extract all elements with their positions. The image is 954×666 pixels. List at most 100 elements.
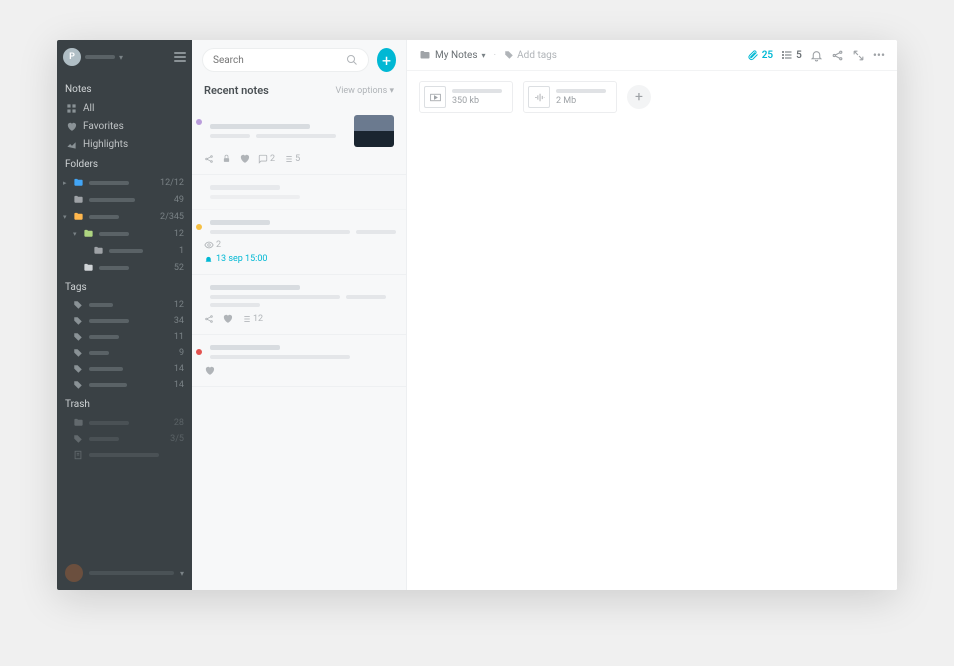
tag-item[interactable]: 11: [57, 329, 192, 345]
trash-item[interactable]: 28: [57, 414, 192, 431]
tag-icon: [73, 380, 85, 390]
note-item[interactable]: 25: [192, 105, 406, 175]
tree-chevron-icon[interactable]: ▾: [73, 230, 79, 238]
tag-count: 34: [174, 316, 186, 326]
folder-icon: [419, 49, 431, 61]
add-tags-button[interactable]: Add tags: [504, 50, 557, 61]
note-item[interactable]: [192, 335, 406, 387]
tasks-count[interactable]: 5: [781, 49, 802, 61]
new-note-button[interactable]: +: [377, 48, 396, 72]
folder-item[interactable]: 1: [57, 242, 192, 259]
note-meta: 2: [204, 240, 394, 250]
nav-label: Highlights: [83, 139, 128, 150]
bottom-chevron-icon[interactable]: ▾: [180, 569, 184, 578]
folder-icon: [73, 211, 85, 222]
note-item[interactable]: 12: [192, 275, 406, 335]
note-detail-panel: My Notes ▾ · Add tags 25 5: [407, 40, 897, 590]
search-input[interactable]: [213, 55, 346, 66]
section-folders: Folders: [57, 153, 192, 174]
attachments-row: 350 kb 2 Mb +: [407, 71, 897, 123]
more-icon[interactable]: •••: [873, 48, 885, 62]
folder-item[interactable]: 49: [57, 191, 192, 208]
tag-icon: [73, 348, 85, 358]
heart-icon: [65, 120, 77, 132]
note-title-placeholder: [210, 285, 300, 290]
share-icon[interactable]: [831, 49, 844, 62]
bell-icon[interactable]: [810, 49, 823, 62]
tag-item[interactable]: 9: [57, 345, 192, 361]
nav-all[interactable]: All: [57, 99, 192, 117]
attachments-count[interactable]: 25: [747, 49, 773, 61]
folder-item[interactable]: ▾ 12: [57, 225, 192, 242]
add-tags-label: Add tags: [517, 50, 557, 61]
note-item[interactable]: [192, 175, 406, 210]
tag-item[interactable]: 14: [57, 377, 192, 393]
note-item[interactable]: 2 13 sep 15:00: [192, 210, 406, 275]
expand-icon[interactable]: [852, 49, 865, 62]
list-icon: 12: [241, 314, 263, 324]
tag-icon: [73, 434, 85, 444]
comment-icon: 2: [258, 154, 275, 164]
tag-count: 14: [174, 380, 186, 390]
trash-count: 3/5: [170, 434, 186, 444]
note-text-placeholder: [356, 230, 396, 234]
note-text-placeholder: [210, 355, 350, 359]
nav-favorites[interactable]: Favorites: [57, 117, 192, 135]
user-name-placeholder: [85, 55, 115, 59]
tag-name-placeholder: [89, 335, 119, 339]
folder-icon: [93, 245, 105, 256]
note-title-placeholder: [210, 124, 310, 129]
note-title-placeholder: [210, 345, 280, 350]
tag-name-placeholder: [89, 319, 129, 323]
tree-chevron-icon[interactable]: ▾: [63, 213, 69, 221]
folder-count: 52: [174, 263, 186, 273]
tree-chevron-icon[interactable]: ▸: [63, 179, 69, 187]
section-notes: Notes: [57, 78, 192, 99]
note-meta: 25: [204, 153, 394, 164]
folder-item[interactable]: 52: [57, 259, 192, 276]
tag-item[interactable]: 34: [57, 313, 192, 329]
bottom-avatar[interactable]: [65, 564, 83, 582]
attachment-audio[interactable]: 2 Mb: [523, 81, 617, 113]
user-menu-chevron-icon[interactable]: ▾: [119, 53, 123, 62]
breadcrumb-label: My Notes: [435, 50, 478, 61]
add-attachment-button[interactable]: +: [627, 85, 651, 109]
color-dot: [196, 119, 202, 125]
list-icon: [781, 49, 793, 61]
note-reminder: 13 sep 15:00: [204, 254, 394, 264]
note-text-placeholder: [210, 230, 350, 234]
note-text-placeholder: [256, 134, 336, 138]
share-icon: [204, 314, 214, 324]
search-icon[interactable]: [346, 54, 358, 66]
note-meta: [204, 365, 394, 376]
search-row: +: [192, 40, 406, 80]
folder-icon: [73, 177, 85, 188]
note-text-placeholder: [210, 195, 300, 199]
folder-item[interactable]: ▸ 12/12: [57, 174, 192, 191]
eye-icon: 2: [204, 240, 221, 250]
folder-icon: [73, 417, 85, 428]
folder-item[interactable]: ▾ 2/345: [57, 208, 192, 225]
folder-name-placeholder: [89, 181, 129, 185]
trash-item[interactable]: [57, 447, 192, 463]
tag-name-placeholder: [89, 303, 113, 307]
tag-count: 11: [174, 332, 186, 342]
attach-count: 25: [762, 50, 773, 61]
nav-highlights[interactable]: Highlights: [57, 135, 192, 153]
tag-item[interactable]: 14: [57, 361, 192, 377]
user-avatar[interactable]: P: [63, 48, 81, 66]
tag-count: 14: [174, 364, 186, 374]
note-icon: [73, 450, 85, 460]
breadcrumb[interactable]: My Notes ▾: [419, 49, 486, 61]
tag-item[interactable]: 12: [57, 297, 192, 313]
nav-label: All: [83, 103, 94, 114]
attachment-size: 350 kb: [452, 96, 502, 106]
folder-icon: [73, 194, 85, 205]
trash-item[interactable]: 3/5: [57, 431, 192, 447]
search-box[interactable]: [202, 48, 369, 72]
view-options-button[interactable]: View options ▾: [335, 86, 394, 96]
hamburger-icon[interactable]: [174, 52, 186, 62]
tag-icon: [504, 50, 514, 60]
attachment-video[interactable]: 350 kb: [419, 81, 513, 113]
folder-name-placeholder: [89, 198, 135, 202]
